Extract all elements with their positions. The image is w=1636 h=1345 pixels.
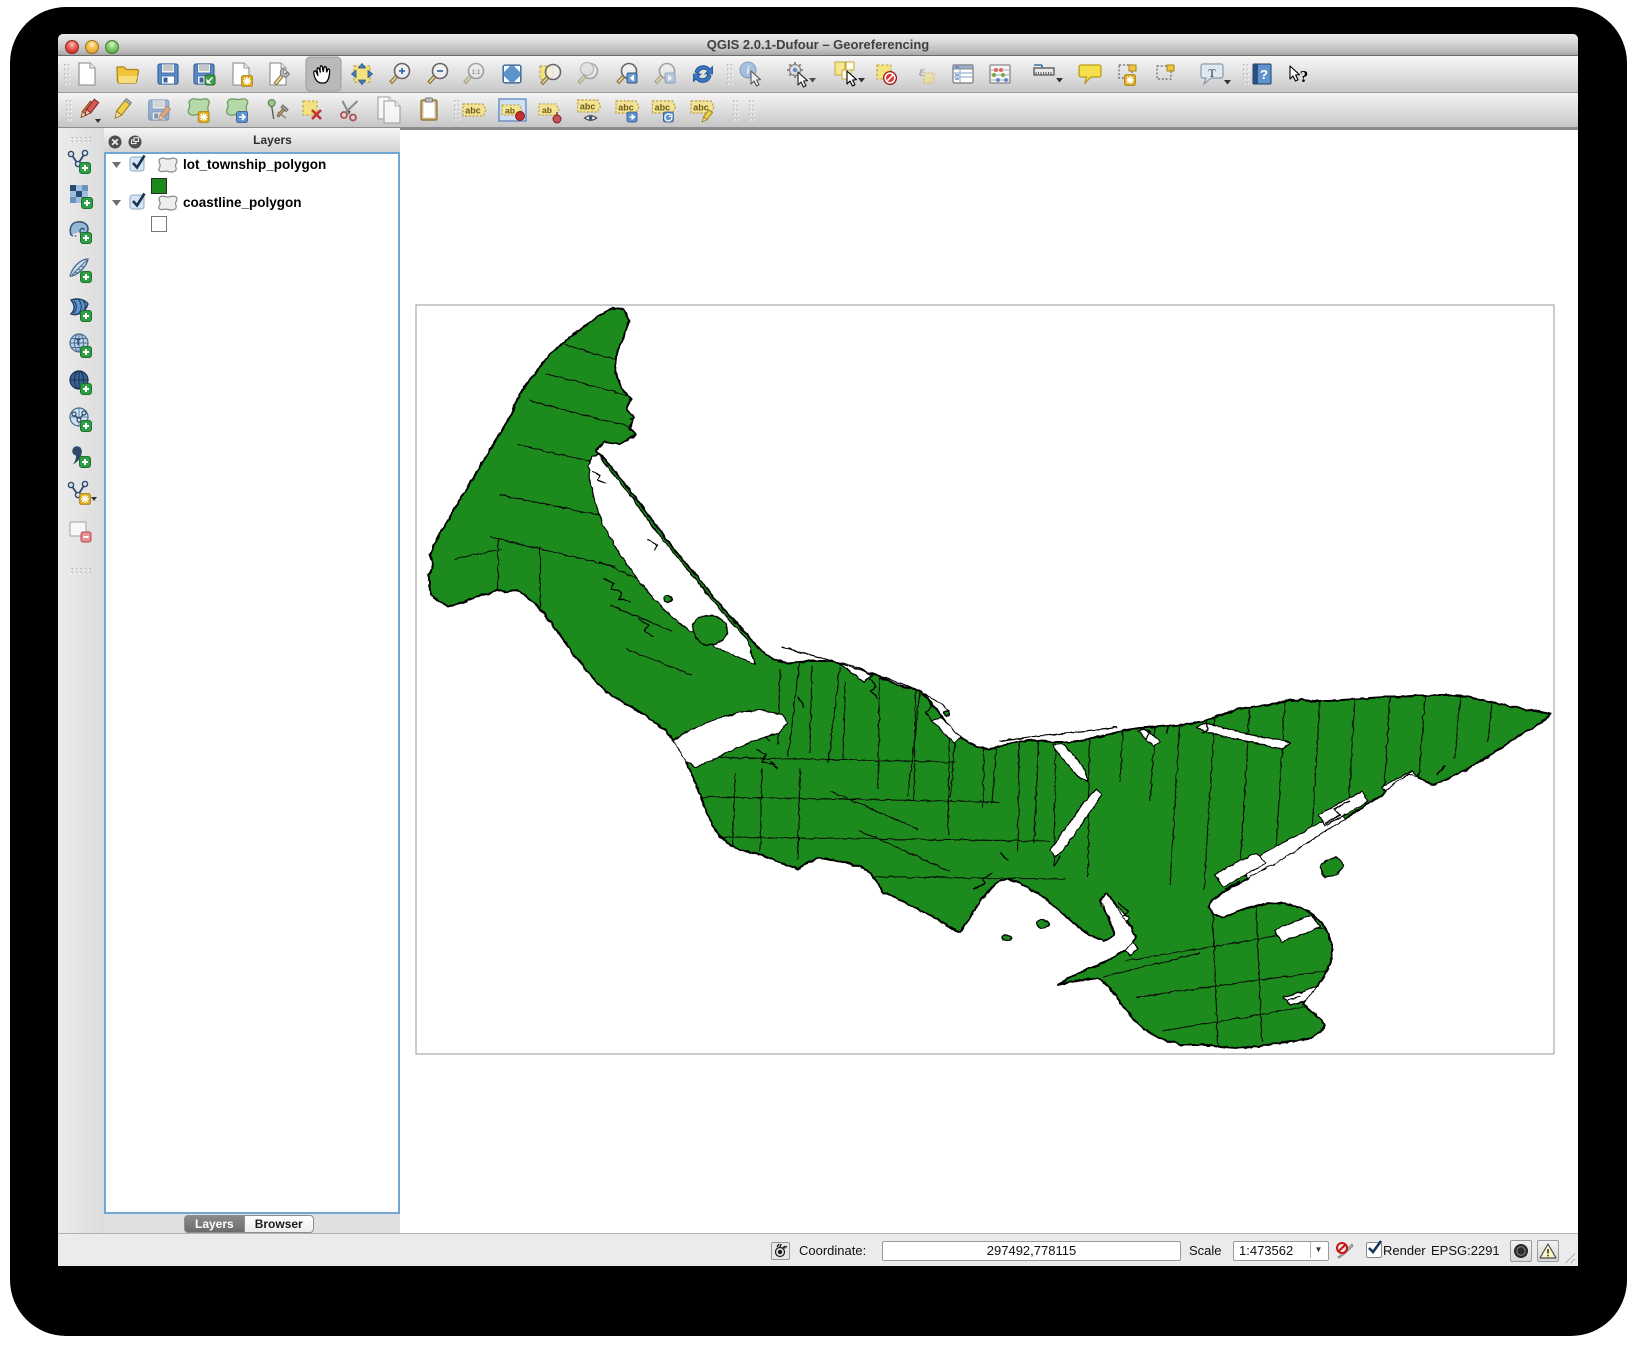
svg-text:T: T (76, 338, 81, 347)
svg-text:lot_township_polygon: lot_township_polygon (183, 157, 326, 172)
svg-text:?: ? (1260, 67, 1268, 82)
svg-text:coastline_polygon: coastline_polygon (183, 195, 302, 210)
svg-text:T: T (1208, 66, 1216, 80)
svg-text:?: ? (1300, 67, 1309, 86)
svg-text:1:1: 1:1 (472, 70, 481, 76)
svg-text:ab: ab (542, 105, 552, 115)
svg-text:ab: ab (505, 105, 515, 115)
